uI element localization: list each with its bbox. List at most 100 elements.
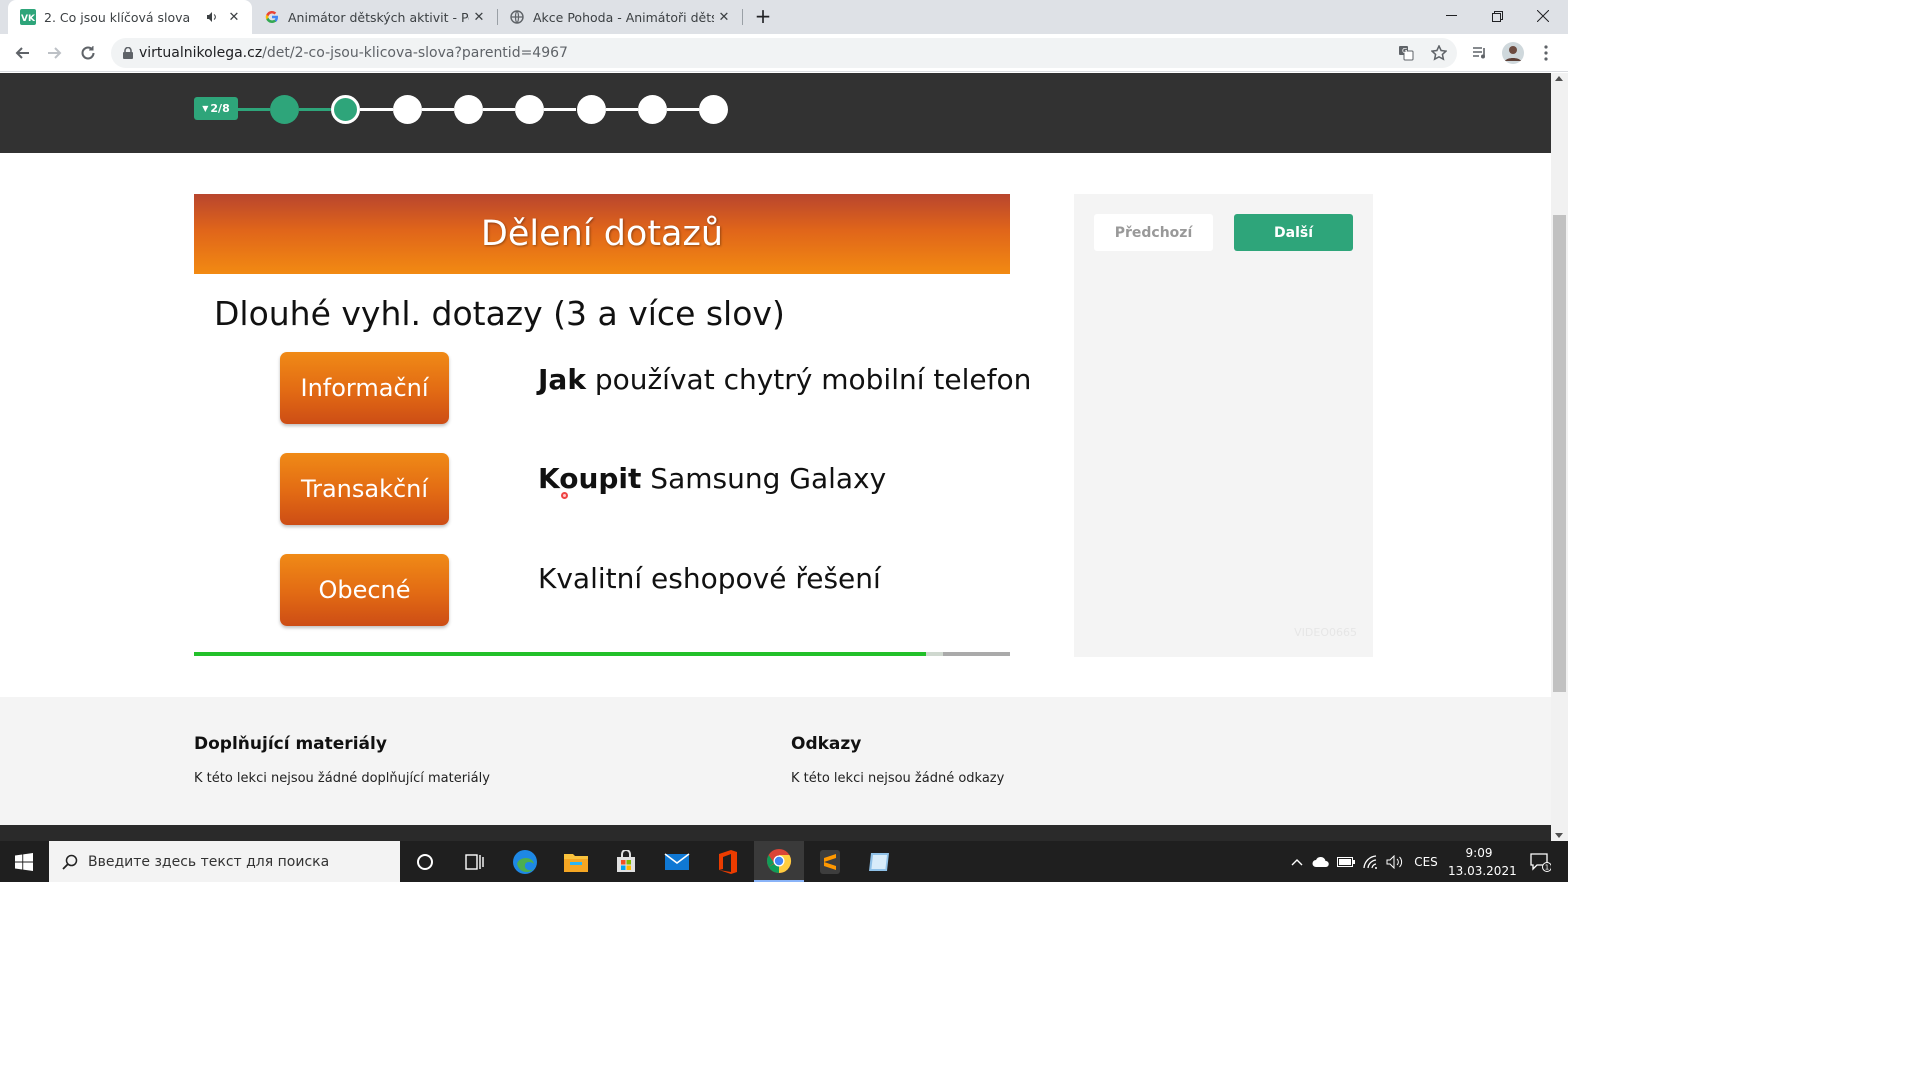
office-icon[interactable] xyxy=(703,841,753,882)
lesson-step-1[interactable] xyxy=(270,95,299,124)
lesson-step-8[interactable] xyxy=(699,95,729,124)
lesson-step-6[interactable] xyxy=(576,95,606,124)
slide-header: Dělení dotazů xyxy=(194,194,1010,274)
step-connector xyxy=(238,108,270,111)
scrollbar-thumb[interactable] xyxy=(1553,215,1566,692)
media-control-icon[interactable] xyxy=(1465,38,1495,68)
minimize-icon[interactable] xyxy=(1428,0,1474,32)
file-explorer-icon[interactable] xyxy=(551,841,601,882)
video-progress-bar[interactable] xyxy=(194,652,926,656)
svg-text:1: 1 xyxy=(1545,863,1549,871)
back-arrow-icon[interactable] xyxy=(7,38,37,68)
edge-icon[interactable] xyxy=(500,841,550,882)
profile-avatar[interactable] xyxy=(1498,38,1528,68)
scroll-up-arrow-icon[interactable] xyxy=(1555,76,1563,81)
step-connector xyxy=(299,108,332,111)
battery-icon[interactable] xyxy=(1334,841,1358,882)
lesson-progress-badge[interactable]: ▼ 2/8 xyxy=(194,97,238,120)
example-text: Jak používat chytrý mobilní telefon xyxy=(538,363,1032,396)
video-slide[interactable]: Dělení dotazů Dlouhé vyhl. dotazy (3 a v… xyxy=(194,194,1031,656)
slide-title: Dělení dotazů xyxy=(480,214,724,254)
materials-text: K této lekci nejsou žádné doplňující mat… xyxy=(194,771,490,786)
windows-taskbar: Введите здесь текст для поиска CES 9:09 … xyxy=(0,841,1568,882)
step-connector xyxy=(360,108,393,111)
progress-badge-text: 2/8 xyxy=(210,102,230,115)
wifi-icon[interactable] xyxy=(1360,841,1382,882)
onedrive-cloud-icon[interactable] xyxy=(1310,841,1332,882)
next-button[interactable]: Další xyxy=(1234,214,1353,251)
materials-title: Doplňující materiály xyxy=(194,734,387,754)
category-obecne: Obecné xyxy=(280,554,449,626)
links-text: K této lekci nejsou žádné odkazy xyxy=(791,771,1005,786)
search-icon xyxy=(62,854,78,870)
example-text: Kvalitní eshopové řešení xyxy=(538,562,881,595)
chevron-up-icon[interactable] xyxy=(1286,841,1308,882)
category-transakcni: Transakční xyxy=(280,453,449,525)
restore-icon[interactable] xyxy=(1474,0,1520,32)
bookmark-star-icon[interactable] xyxy=(1424,38,1454,68)
menu-kebab-icon[interactable] xyxy=(1531,38,1561,68)
step-connector xyxy=(421,108,454,111)
browser-toolbar: virtualnikolega.cz/det/2-co-jsou-klicova… xyxy=(0,34,1568,72)
step-connector xyxy=(666,108,700,111)
clock-time: 9:09 xyxy=(1465,846,1493,860)
lesson-step-3[interactable] xyxy=(392,95,422,124)
lock-icon[interactable] xyxy=(123,47,133,59)
close-window-icon[interactable] xyxy=(1520,0,1566,32)
slide-subtitle: Dlouhé vyhl. dotazy (3 a více slov) xyxy=(214,294,785,333)
mail-icon[interactable] xyxy=(652,841,702,882)
close-tab-icon[interactable]: ✕ xyxy=(469,7,489,27)
speaker-icon[interactable] xyxy=(202,7,222,27)
url-text: virtualnikolega.cz/det/2-co-jsou-klicova… xyxy=(139,45,568,61)
close-tab-icon[interactable]: ✕ xyxy=(224,7,244,27)
lesson-step-4[interactable] xyxy=(453,95,483,124)
taskbar-search-box[interactable]: Введите здесь текст для поиска xyxy=(49,841,400,882)
tab-active[interactable]: VK 2. Co jsou klíčová slova ✕ xyxy=(8,0,252,34)
microsoft-store-icon[interactable] xyxy=(601,841,651,882)
browser-tab-strip: VK 2. Co jsou klíčová slova ✕ Animátor d… xyxy=(0,0,1568,34)
video-buffer-bar xyxy=(925,652,944,656)
forward-arrow-icon[interactable] xyxy=(40,38,70,68)
category-informacni: Informační xyxy=(280,352,449,424)
lesson-resources: Doplňující materiály K této lekci nejsou… xyxy=(0,697,1551,825)
previous-button[interactable]: Předchozí xyxy=(1094,214,1213,251)
sublime-text-icon[interactable] xyxy=(805,841,855,882)
side-panel: Předchozí Další VIDEO0665 xyxy=(1074,194,1373,657)
reload-icon[interactable] xyxy=(73,38,103,68)
close-tab-icon[interactable]: ✕ xyxy=(714,7,734,27)
new-tab-plus-icon[interactable]: + xyxy=(740,0,786,32)
links-title: Odkazy xyxy=(791,734,862,754)
search-placeholder: Введите здесь текст для поиска xyxy=(88,853,330,870)
pointer-highlight xyxy=(561,492,568,499)
svg-text:G: G xyxy=(1402,47,1407,55)
footer-strip xyxy=(0,825,1551,841)
task-view-icon[interactable] xyxy=(450,841,500,882)
caret-down-icon: ▼ xyxy=(202,104,209,113)
system-clock[interactable]: 9:09 13.03.2021 xyxy=(1448,844,1517,880)
globe-icon xyxy=(509,9,525,25)
lesson-step-5[interactable] xyxy=(515,95,545,124)
lesson-step-7[interactable] xyxy=(637,95,667,124)
tab-title: Animátor dětských aktivit - Pouz xyxy=(288,9,469,25)
vk-icon: VK xyxy=(20,9,36,25)
video-id-label: VIDEO0665 xyxy=(1294,626,1357,639)
input-language[interactable]: CES xyxy=(1410,841,1442,882)
app-tablet-icon[interactable] xyxy=(855,841,905,882)
svg-text:VK: VK xyxy=(21,14,36,24)
chrome-icon[interactable] xyxy=(754,841,804,882)
step-connector xyxy=(544,108,577,111)
translate-icon[interactable]: G xyxy=(1391,38,1421,68)
tab-2[interactable]: Animátor dětských aktivit - Pouz ✕ xyxy=(252,0,497,34)
cortana-icon[interactable] xyxy=(400,841,450,882)
step-connector xyxy=(605,108,638,111)
notification-center-icon[interactable]: 1 xyxy=(1520,841,1560,882)
address-bar[interactable]: virtualnikolega.cz/det/2-co-jsou-klicova… xyxy=(111,38,1457,68)
tab-3[interactable]: Akce Pohoda - Animátoři dětský ✕ xyxy=(497,0,742,34)
example-text: Koupit Samsung Galaxy xyxy=(538,462,887,495)
windows-start-icon[interactable] xyxy=(0,841,48,882)
volume-icon[interactable] xyxy=(1384,841,1406,882)
scroll-down-arrow-icon[interactable] xyxy=(1555,833,1563,838)
google-icon xyxy=(264,9,280,25)
tab-title: 2. Co jsou klíčová slova xyxy=(44,9,191,25)
step-connector xyxy=(482,108,516,111)
